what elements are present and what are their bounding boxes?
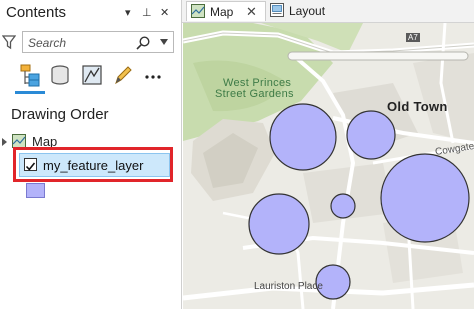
- filter-icon[interactable]: [2, 34, 16, 50]
- expand-arrow-icon[interactable]: [2, 138, 7, 146]
- tab-map[interactable]: Map ✕: [186, 1, 266, 21]
- layer-row[interactable]: my_feature_layer: [19, 153, 170, 177]
- tab-layout-label: Layout: [289, 4, 326, 18]
- contents-pane: Contents ▾ ⊥ ✕ Search Drawing Order Map …: [0, 0, 182, 309]
- street-label: Lauriston Place: [254, 281, 323, 292]
- map-point[interactable]: [248, 193, 310, 255]
- list-by-data-source-button[interactable]: [47, 62, 73, 88]
- place-label: Street Gardens: [215, 88, 294, 100]
- place-label: Old Town: [387, 99, 448, 114]
- tab-close-icon[interactable]: ✕: [246, 4, 257, 20]
- basemap: [183, 23, 474, 309]
- road-shield-label: A7: [406, 33, 420, 42]
- list-by-drawing-order-icon: [20, 64, 40, 87]
- pane-close-button[interactable]: ✕: [160, 6, 169, 19]
- layer-name: my_feature_layer: [43, 158, 144, 173]
- search-placeholder: Search: [28, 36, 67, 50]
- search-icon[interactable]: [135, 35, 151, 51]
- tab-map-label: Map: [210, 5, 234, 19]
- checkmark-icon: [25, 162, 36, 171]
- list-by-selection-button[interactable]: [79, 62, 105, 88]
- drawing-order-heading: Drawing Order: [11, 106, 109, 123]
- list-by-drawing-order-button[interactable]: [15, 62, 45, 94]
- pane-options-button[interactable]: ▾: [125, 6, 131, 19]
- map-tab-icon: [191, 4, 205, 18]
- map-icon: [12, 134, 26, 148]
- view-tab-bar: Map ✕ Layout: [182, 0, 474, 23]
- list-by-editing-button[interactable]: [110, 62, 136, 88]
- map-point[interactable]: [330, 193, 356, 219]
- list-by-selection-icon: [82, 65, 102, 85]
- pane-pin-button[interactable]: ⊥: [142, 6, 152, 19]
- search-dropdown-icon[interactable]: [160, 39, 168, 45]
- map-point[interactable]: [346, 110, 396, 160]
- layout-tab-icon: [270, 3, 284, 17]
- layer-symbol-swatch[interactable]: [26, 183, 45, 198]
- map-point[interactable]: [380, 153, 470, 243]
- more-options-button[interactable]: [141, 62, 167, 88]
- layer-visibility-checkbox[interactable]: [24, 158, 37, 171]
- list-by-data-source-icon: [51, 65, 69, 85]
- more-options-icon: [145, 75, 161, 79]
- pane-title: Contents: [6, 4, 67, 21]
- tab-layout[interactable]: Layout: [266, 1, 336, 21]
- map-point[interactable]: [269, 103, 337, 171]
- search-box[interactable]: Search: [22, 31, 174, 53]
- map-view[interactable]: A7 West Princes Street Gardens Old Town …: [183, 23, 474, 309]
- list-by-editing-icon: [115, 66, 132, 85]
